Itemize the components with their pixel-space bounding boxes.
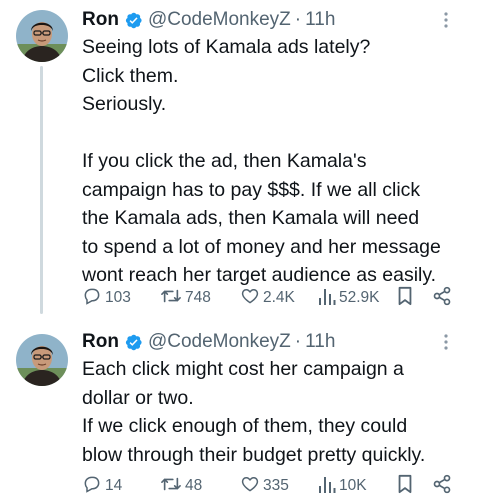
tweet[interactable]: Ron @CodeMonkeyZ · 11h Each click might …	[0, 322, 478, 500]
tweet-text-line: to spend a lot of money and her message	[82, 235, 441, 258]
tweet-text-line: Seriously.	[82, 93, 167, 115]
separator-dot: ·	[294, 331, 302, 352]
bookmark-icon	[396, 286, 414, 311]
share-icon	[432, 286, 452, 311]
tweet-text: Each click might cost her campaign a dol…	[82, 355, 464, 469]
action-bar: 103 748 2.4K 52.9K	[82, 284, 464, 312]
tweet-text-line: dollar or two.	[82, 386, 194, 409]
reply-icon	[82, 474, 102, 499]
like-count: 335	[263, 477, 289, 494]
views-count: 52.9K	[339, 289, 380, 306]
views-count: 10K	[339, 477, 367, 494]
tweet-text-line: Click them.	[82, 64, 179, 87]
views-icon	[318, 286, 336, 311]
share-button[interactable]	[432, 472, 452, 500]
reply-count: 103	[105, 289, 131, 306]
repost-count: 48	[185, 477, 203, 494]
reply-count: 14	[105, 477, 123, 494]
like-count: 2.4K	[263, 289, 295, 306]
author-handle[interactable]: @CodeMonkeyZ	[148, 9, 291, 31]
bookmark-button[interactable]	[396, 284, 414, 312]
tweet-text: Seeing lots of Kamala ads lately? Click …	[82, 33, 464, 290]
reply-icon	[82, 286, 102, 311]
tweet-text-line: campaign has to pay $$$. If we all click	[82, 178, 421, 201]
like-button[interactable]: 2.4K	[240, 284, 295, 312]
tweet-header: Ron @CodeMonkeyZ · 11h	[82, 330, 458, 354]
views-button[interactable]: 52.9K	[318, 284, 380, 312]
more-icon[interactable]	[434, 8, 458, 32]
tweet-text-line: Each click might cost her campaign a	[82, 358, 404, 380]
tweet-text-line: If we click enough of them, they could	[82, 415, 408, 437]
bookmark-button[interactable]	[396, 472, 414, 500]
timestamp[interactable]: 11h	[305, 331, 335, 353]
views-button[interactable]: 10K	[318, 472, 367, 500]
views-icon	[318, 474, 336, 499]
share-icon	[432, 474, 452, 499]
timestamp[interactable]: 11h	[305, 9, 335, 31]
bookmark-icon	[396, 474, 414, 499]
repost-icon	[160, 286, 182, 311]
tweet-header: Ron @CodeMonkeyZ · 11h	[82, 8, 458, 32]
author-name[interactable]: Ron	[82, 331, 119, 353]
like-button[interactable]: 335	[240, 472, 289, 500]
reply-button[interactable]: 103	[82, 284, 131, 312]
tweet-text-line: Seeing lots of Kamala ads lately?	[82, 36, 371, 58]
tweet-thread: Ron @CodeMonkeyZ · 11h Seeing lots of Ka…	[0, 0, 478, 500]
share-button[interactable]	[432, 284, 452, 312]
repost-button[interactable]: 748	[160, 284, 211, 312]
more-icon[interactable]	[434, 330, 458, 354]
action-bar: 14 48 335 10K	[82, 472, 464, 500]
repost-icon	[160, 474, 182, 499]
like-icon	[240, 474, 260, 499]
author-name[interactable]: Ron	[82, 9, 119, 31]
avatar[interactable]	[16, 334, 68, 386]
author-handle[interactable]: @CodeMonkeyZ	[148, 331, 291, 353]
tweet-text-line: blow through their budget pretty quickly…	[82, 443, 426, 466]
separator-dot: ·	[294, 9, 302, 30]
tweet-text-line: If you click the ad, then Kamala's	[82, 150, 367, 172]
repost-button[interactable]: 48	[160, 472, 202, 500]
tweet-text-line: the Kamala ads, then Kamala will need	[82, 207, 420, 229]
repost-count: 748	[185, 289, 211, 306]
like-icon	[240, 286, 260, 311]
verified-badge-icon	[124, 333, 143, 352]
reply-button[interactable]: 14	[82, 472, 122, 500]
tweet[interactable]: Ron @CodeMonkeyZ · 11h Seeing lots of Ka…	[0, 0, 478, 318]
avatar[interactable]	[16, 10, 68, 62]
verified-badge-icon	[124, 11, 143, 30]
